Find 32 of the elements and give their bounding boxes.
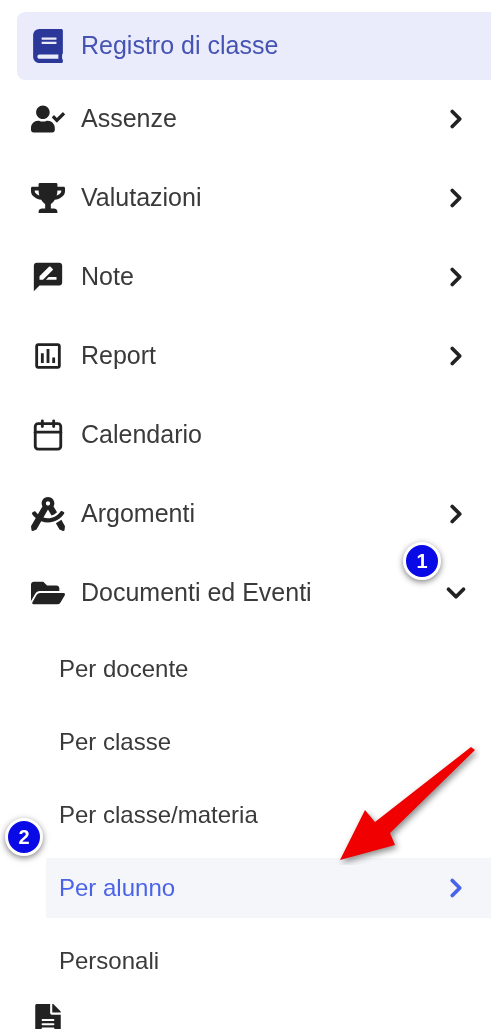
menu-label: Calendario bbox=[81, 419, 203, 451]
menu-item[interactable]: Valutazioni bbox=[17, 173, 491, 223]
menu-label: Documenti ed Eventi bbox=[81, 577, 313, 609]
submenu-item[interactable]: Per classe bbox=[46, 712, 491, 772]
submenu-label: Per classe/materia bbox=[59, 800, 259, 830]
submenu-label: Personali bbox=[59, 946, 161, 976]
menu-label: Assenze bbox=[81, 103, 178, 135]
menu-label: Registro di classe bbox=[81, 30, 280, 62]
menu-label: Valutazioni bbox=[81, 182, 203, 214]
submenu-item[interactable]: Per alunno bbox=[46, 858, 491, 918]
menu-label: Report bbox=[81, 340, 158, 372]
menu-item[interactable]: Registro di classe bbox=[17, 12, 491, 80]
step-badge: 2 bbox=[5, 818, 43, 856]
menu-item[interactable]: Note bbox=[17, 252, 491, 302]
step-badge: 1 bbox=[403, 542, 441, 580]
menu-item[interactable]: Assenze bbox=[17, 94, 491, 144]
submenu-label: Per classe bbox=[59, 727, 173, 757]
submenu-item[interactable]: Per docente bbox=[46, 639, 491, 699]
user-check-icon bbox=[31, 102, 65, 136]
menu-item[interactable]: Argomenti bbox=[17, 489, 491, 539]
menu-item[interactable]: Report bbox=[17, 331, 491, 381]
compass-icon bbox=[31, 497, 65, 531]
calendar-icon bbox=[31, 418, 65, 452]
menu-item[interactable]: Calendario bbox=[17, 410, 491, 460]
submenu-item[interactable]: Personali bbox=[46, 931, 491, 991]
submenu-item[interactable]: Per classe/materia bbox=[46, 785, 491, 845]
submenu-label: Per docente bbox=[59, 654, 190, 684]
menu-label: Note bbox=[81, 261, 135, 293]
trophy-icon bbox=[31, 181, 65, 215]
book-icon bbox=[31, 29, 65, 63]
menu-label: Argomenti bbox=[81, 498, 196, 530]
submenu-label: Per alunno bbox=[59, 873, 177, 903]
